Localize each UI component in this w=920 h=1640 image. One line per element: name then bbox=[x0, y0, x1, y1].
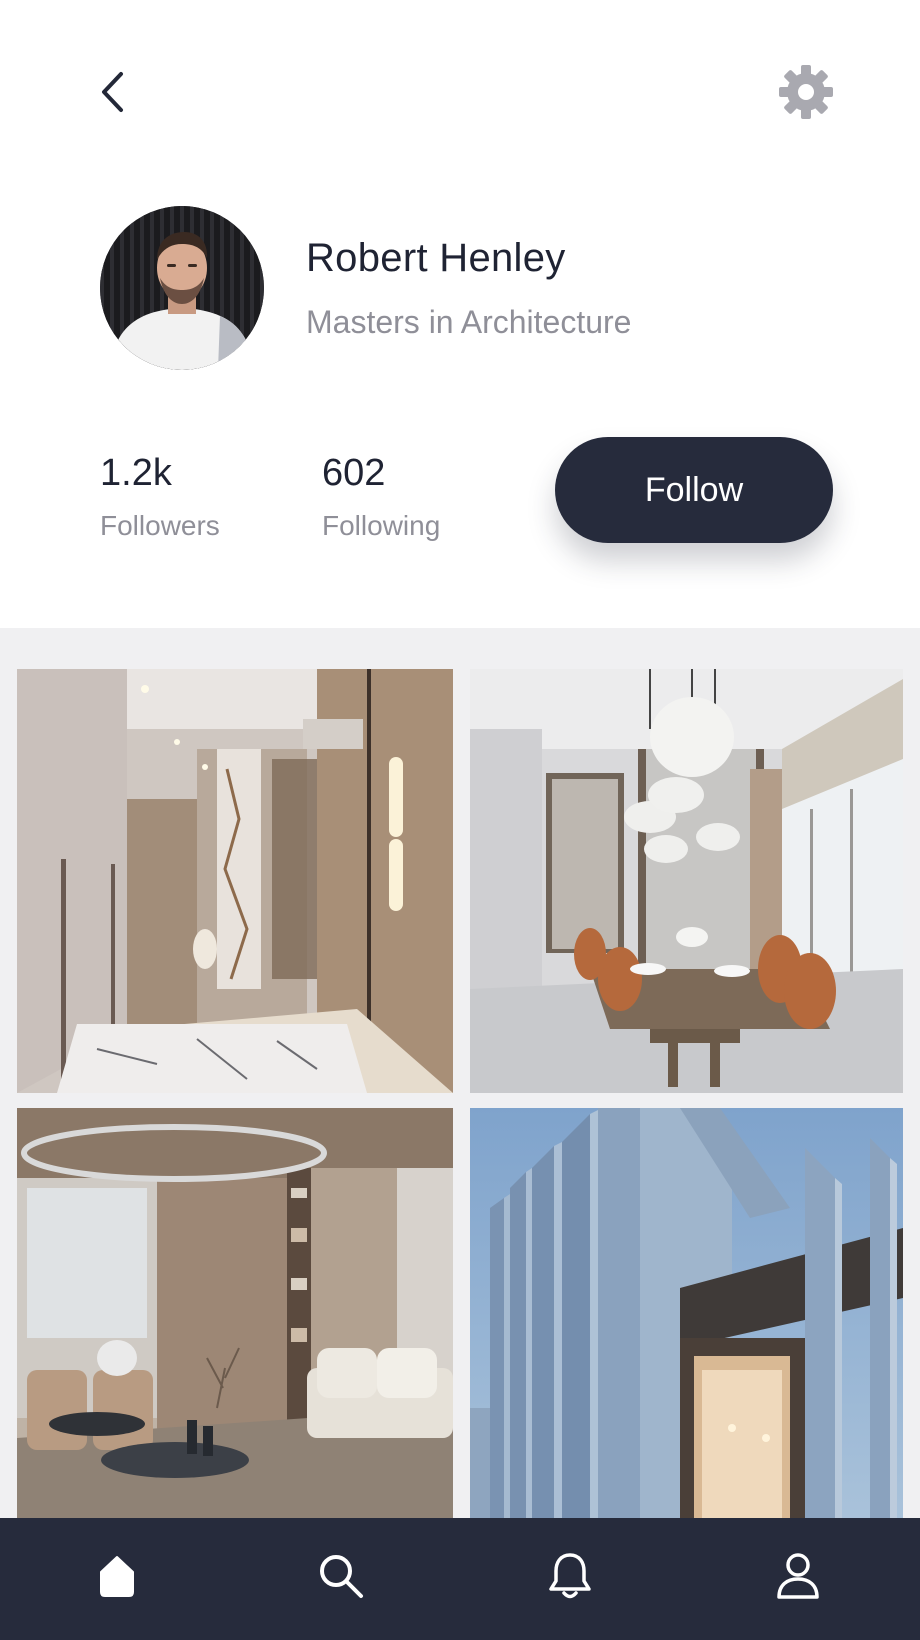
profile-subtitle: Masters in Architecture bbox=[306, 304, 632, 340]
gallery-image-hallway[interactable] bbox=[17, 669, 453, 1093]
search-icon bbox=[320, 1555, 363, 1598]
settings-button[interactable] bbox=[774, 60, 838, 124]
follow-button[interactable]: Follow bbox=[555, 437, 833, 543]
profile-header: Robert Henley Masters in Architecture 1.… bbox=[0, 0, 920, 628]
gallery-image-dining[interactable] bbox=[470, 669, 903, 1093]
avatar[interactable] bbox=[100, 206, 264, 370]
gallery-image-exterior[interactable] bbox=[470, 1108, 903, 1518]
nav-profile[interactable] bbox=[768, 1546, 828, 1606]
nav-search[interactable] bbox=[311, 1546, 371, 1606]
gear-icon bbox=[779, 65, 833, 119]
following-stat[interactable]: 602 Following bbox=[322, 452, 440, 542]
hallway-image bbox=[17, 669, 453, 1093]
living-room-image bbox=[17, 1108, 453, 1518]
followers-stat[interactable]: 1.2k Followers bbox=[100, 452, 220, 542]
following-count: 602 bbox=[322, 452, 386, 494]
nav-home[interactable] bbox=[87, 1546, 147, 1606]
back-button[interactable] bbox=[88, 64, 136, 120]
home-icon bbox=[100, 1556, 134, 1597]
followers-count: 1.2k bbox=[100, 452, 172, 494]
bottom-nav bbox=[0, 1518, 920, 1640]
exterior-image bbox=[470, 1108, 903, 1518]
followers-label: Followers bbox=[100, 510, 220, 541]
profile-name: Robert Henley bbox=[306, 236, 566, 280]
profile-photo bbox=[100, 206, 264, 370]
gallery-image-living-room[interactable] bbox=[17, 1108, 453, 1518]
bell-icon bbox=[549, 1553, 591, 1599]
chevron-left-icon bbox=[102, 72, 123, 112]
following-label: Following bbox=[322, 510, 441, 541]
user-icon bbox=[777, 1553, 819, 1599]
nav-notifications[interactable] bbox=[540, 1546, 600, 1606]
dining-image bbox=[470, 669, 903, 1093]
